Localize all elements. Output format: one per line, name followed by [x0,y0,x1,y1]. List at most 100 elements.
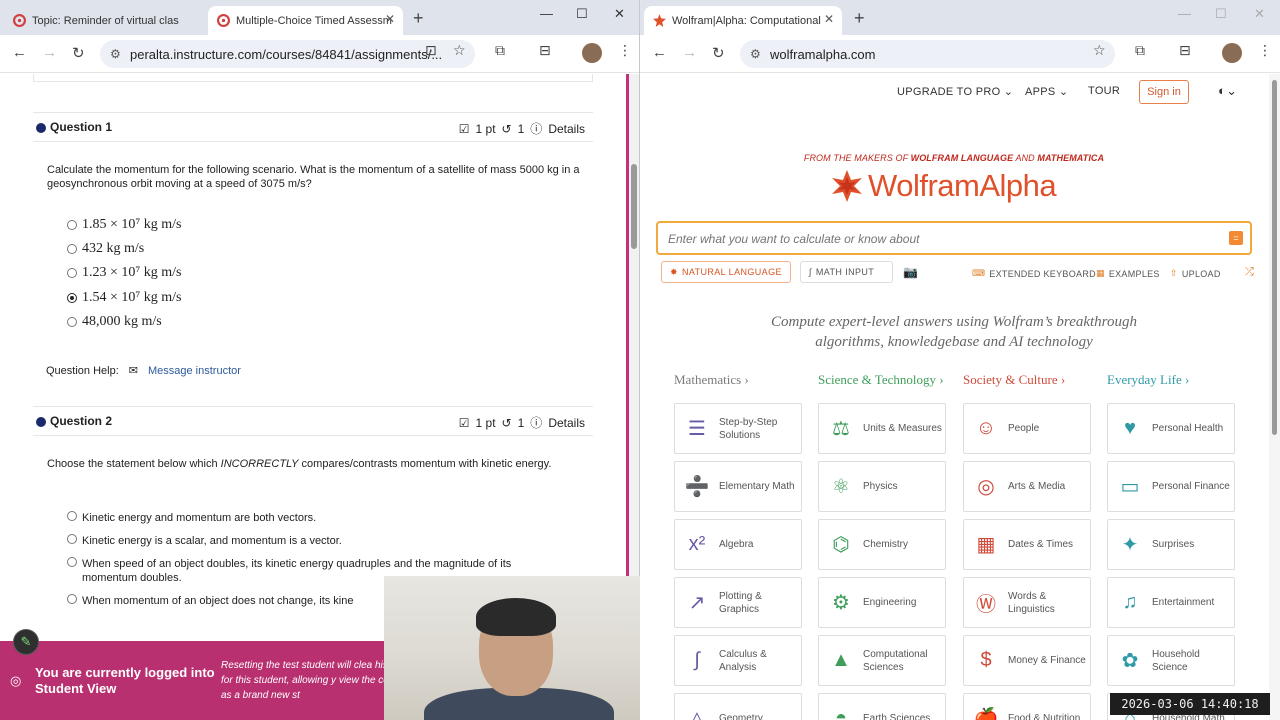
minimize-icon[interactable]: — [540,6,553,21]
radio-button[interactable] [67,534,77,544]
scrollbar-thumb[interactable] [631,164,637,249]
back-icon[interactable]: ← [652,44,667,61]
upgrade-to-pro-link[interactable]: UPGRADE TO PRO ⌄ [897,85,1013,98]
random-shuffle-icon[interactable]: ⤮ [1245,266,1254,279]
category-card[interactable]: ◓ Earth Sciences [818,693,946,720]
category-card[interactable]: ♫ Entertainment [1107,577,1235,628]
theme-toggle-icon[interactable]: ◐⌄ [1218,83,1237,99]
category-card[interactable]: ∫ Calculus & Analysis [674,635,802,686]
message-instructor-link[interactable]: Message instructor [148,365,241,377]
category-card[interactable]: △ Geometry [674,693,802,720]
page-scrollbar[interactable] [1269,74,1280,720]
answer-option[interactable]: 432 kg m/s [67,241,144,257]
forward-icon[interactable]: → [682,44,697,61]
upload-button[interactable]: ⇧ UPLOAD [1170,268,1221,279]
category-card[interactable]: ▦ Dates & Times [963,519,1091,570]
address-bar[interactable]: ⚙ wolframalpha.com [740,40,1115,68]
natural-language-button[interactable]: ✸ NATURAL LANGUAGE [661,261,791,283]
reload-icon[interactable]: ↻ [712,44,725,62]
category-card[interactable]: 🍎 Food & Nutrition [963,693,1091,720]
category-card[interactable]: ✦ Surprises [1107,519,1235,570]
answer-option[interactable]: 1.85 × 10⁷ kg m/s [67,217,182,233]
math-input-button[interactable]: ∫ MATH INPUT [800,261,893,283]
install-icon[interactable]: ⊡ [425,42,437,59]
answer-option[interactable]: Kinetic energy is a scalar, and momentum… [67,534,567,548]
tour-link[interactable]: TOUR [1088,85,1120,97]
category-heading-3[interactable]: Everyday Life › [1107,372,1189,388]
menu-kebab-icon[interactable]: ⋮ [1258,42,1272,59]
tab-assessment[interactable]: Multiple-Choice Timed Assessm ✕ [208,6,403,35]
tab-topic-reminder[interactable]: Topic: Reminder of virtual clas [4,6,207,35]
radio-button[interactable] [67,268,77,278]
tab-search-icon[interactable]: ⊟ [539,42,551,59]
new-tab-icon[interactable]: + [854,8,865,29]
bookmark-star-icon[interactable]: ☆ [1093,42,1106,59]
category-card[interactable]: ⚖ Units & Measures [818,403,946,454]
examples-button[interactable]: ▦ EXAMPLES [1096,268,1160,279]
apps-menu[interactable]: APPS ⌄ [1025,85,1068,98]
category-card[interactable]: x² Algebra [674,519,802,570]
close-tab-icon[interactable]: ✕ [824,12,834,26]
radio-button[interactable] [67,557,77,567]
category-card[interactable]: ⌬ Chemistry [818,519,946,570]
bookmark-star-icon[interactable]: ☆ [453,42,466,59]
extended-keyboard-button[interactable]: ⌨ EXTENDED KEYBOARD [972,268,1096,279]
radio-button[interactable] [67,594,77,604]
category-heading-2[interactable]: Society & Culture › [963,372,1065,388]
minimize-icon[interactable]: — [1178,6,1191,21]
category-card[interactable]: ☺ People [963,403,1091,454]
details-link[interactable]: Details [548,122,585,136]
category-card[interactable]: ✿ Household Science [1107,635,1235,686]
edit-pencil-icon[interactable]: ✎ [13,629,39,655]
radio-button[interactable] [67,317,77,327]
site-info-icon[interactable]: ⚙ [110,47,121,61]
back-icon[interactable]: ← [12,44,27,61]
details-link[interactable]: Details [548,416,585,430]
compute-button-icon[interactable]: = [1229,231,1243,245]
camera-icon[interactable]: 📷 [903,265,918,279]
answer-option-selected[interactable]: 1.54 × 10⁷ kg m/s [67,290,182,306]
radio-button-selected[interactable] [67,293,77,303]
category-card[interactable]: ◎ Arts & Media [963,461,1091,512]
reload-icon[interactable]: ↻ [72,44,85,62]
category-heading-1[interactable]: Science & Technology › [818,372,944,388]
wolfram-logo[interactable]: WolframAlpha [830,168,1057,204]
category-card[interactable]: ⚛ Physics [818,461,946,512]
window-close-icon[interactable]: ✕ [1254,6,1265,22]
category-card[interactable]: $ Money & Finance [963,635,1091,686]
window-close-icon[interactable]: ✕ [614,6,625,22]
tab-wolfram[interactable]: Wolfram|Alpha: Computational ✕ [644,6,842,35]
profile-avatar[interactable] [582,43,602,63]
answer-option[interactable]: 1.23 × 10⁷ kg m/s [67,265,182,281]
category-card[interactable]: ⚙ Engineering [818,577,946,628]
category-card[interactable]: ☰ Step-by-Step Solutions [674,403,802,454]
category-heading-0[interactable]: Mathematics › [674,372,749,388]
category-card[interactable]: ▲ Computational Sciences [818,635,946,686]
answer-option[interactable]: 48,000 kg m/s [67,314,162,330]
sign-in-button[interactable]: Sign in [1139,80,1189,104]
site-info-icon[interactable]: ⚙ [750,47,761,61]
radio-button[interactable] [67,244,77,254]
category-card[interactable]: ▭ Personal Finance [1107,461,1235,512]
maximize-icon[interactable]: ☐ [576,6,588,22]
maximize-icon[interactable]: ☐ [1215,6,1227,22]
address-bar[interactable]: ⚙ peralta.instructure.com/courses/84841/… [100,40,475,68]
question-1-header: Question 1 ☑ 1 pt ↺ 1 ⓘ Details [33,112,593,142]
profile-avatar[interactable] [1222,43,1242,63]
scrollbar-thumb[interactable] [1272,80,1277,435]
radio-button[interactable] [67,220,77,230]
new-tab-icon[interactable]: + [413,8,424,29]
extensions-icon[interactable]: ⧉ [495,42,505,59]
close-tab-icon[interactable]: ✕ [385,12,395,26]
answer-option[interactable]: Kinetic energy and momentum are both vec… [67,511,567,525]
search-input[interactable] [668,230,1208,248]
menu-kebab-icon[interactable]: ⋮ [618,42,632,59]
category-card[interactable]: Ⓦ Words & Linguistics [963,577,1091,628]
radio-button[interactable] [67,511,77,521]
category-card[interactable]: ➗ Elementary Math [674,461,802,512]
extensions-icon[interactable]: ⧉ [1135,42,1145,59]
tab-search-icon[interactable]: ⊟ [1179,42,1191,59]
forward-icon[interactable]: → [42,44,57,61]
category-card[interactable]: ♥ Personal Health [1107,403,1235,454]
category-card[interactable]: ↗ Plotting & Graphics [674,577,802,628]
